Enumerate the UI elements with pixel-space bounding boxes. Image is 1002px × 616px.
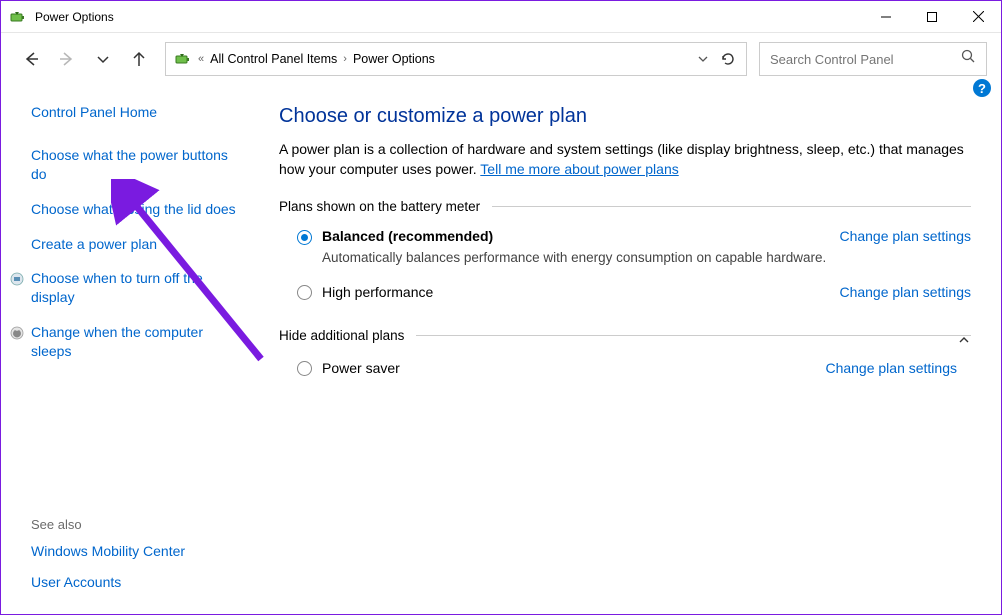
change-plan-balanced[interactable]: Change plan settings — [839, 228, 971, 244]
plan-row-balanced: Balanced (recommended) Automatically bal… — [279, 214, 971, 267]
sidebar-task-closing-lid[interactable]: Choose what closing the lid does — [31, 200, 241, 219]
back-button[interactable] — [15, 43, 47, 75]
display-off-icon — [10, 272, 24, 286]
battery-addr-icon — [174, 50, 192, 68]
content-area: Control Panel Home Choose what the power… — [1, 85, 1001, 616]
intro-paragraph: A power plan is a collection of hardware… — [279, 140, 971, 179]
sidebar: Control Panel Home Choose what the power… — [1, 85, 259, 616]
sidebar-task-create-plan[interactable]: Create a power plan — [31, 235, 241, 254]
breadcrumb-item-1[interactable]: All Control Panel Items — [206, 52, 341, 66]
up-button[interactable] — [123, 43, 155, 75]
page-heading: Choose or customize a power plan — [279, 105, 971, 128]
plan-name-balanced[interactable]: Balanced (recommended) — [322, 228, 827, 244]
window-controls — [863, 1, 1001, 33]
address-dropdown[interactable] — [692, 43, 714, 75]
additional-plans-legend[interactable]: Hide additional plans — [279, 328, 416, 343]
sidebar-task-computer-sleeps[interactable]: Change when the computer sleeps — [31, 323, 241, 361]
plan-name-power-saver[interactable]: Power saver — [322, 360, 813, 376]
additional-plans-group: Hide additional plans Power saver Change… — [279, 328, 971, 390]
breadcrumb-prefix: « — [196, 53, 206, 65]
plan-row-high-performance: High performance Change plan settings — [279, 267, 971, 314]
control-panel-home-link[interactable]: Control Panel Home — [31, 103, 241, 122]
see-also-label: See also — [31, 517, 241, 532]
forward-button[interactable] — [51, 43, 83, 75]
plan-desc-balanced: Automatically balances performance with … — [322, 250, 827, 265]
window-title: Power Options — [35, 10, 863, 24]
sidebar-task-power-buttons[interactable]: Choose what the power buttons do — [31, 146, 241, 184]
sleep-icon — [10, 326, 24, 340]
related-mobility-center[interactable]: Windows Mobility Center — [31, 542, 241, 561]
related-user-accounts[interactable]: User Accounts — [31, 573, 241, 592]
search-icon[interactable] — [961, 49, 976, 69]
radio-balanced[interactable] — [297, 230, 312, 245]
battery-meter-legend: Plans shown on the battery meter — [279, 199, 492, 214]
intro-learn-more-link[interactable]: Tell me more about power plans — [480, 161, 678, 177]
change-plan-power-saver[interactable]: Change plan settings — [825, 360, 957, 376]
collapse-chevron-icon[interactable] — [957, 333, 971, 350]
battery-app-icon — [9, 8, 27, 26]
plan-row-power-saver: Power saver Change plan settings — [279, 343, 957, 390]
change-plan-high-performance[interactable]: Change plan settings — [839, 284, 971, 300]
address-bar[interactable]: « All Control Panel Items › Power Option… — [165, 42, 747, 76]
radio-high-performance[interactable] — [297, 285, 312, 300]
maximize-button[interactable] — [909, 1, 955, 33]
navigation-bar: « All Control Panel Items › Power Option… — [1, 33, 1001, 85]
search-box[interactable] — [759, 42, 987, 76]
radio-power-saver[interactable] — [297, 361, 312, 376]
close-button[interactable] — [955, 1, 1001, 33]
breadcrumb-item-2[interactable]: Power Options — [349, 52, 439, 66]
chevron-right-icon: › — [341, 53, 349, 65]
main-panel: Choose or customize a power plan A power… — [259, 85, 1001, 616]
search-input[interactable] — [770, 52, 961, 67]
title-bar: Power Options — [1, 1, 1001, 33]
recent-dropdown[interactable] — [87, 43, 119, 75]
battery-meter-plans-group: Plans shown on the battery meter Balance… — [279, 199, 971, 314]
refresh-button[interactable] — [714, 43, 742, 75]
minimize-button[interactable] — [863, 1, 909, 33]
plan-name-high-performance[interactable]: High performance — [322, 284, 827, 300]
sidebar-task-turn-off-display[interactable]: Choose when to turn off the display — [31, 269, 241, 307]
